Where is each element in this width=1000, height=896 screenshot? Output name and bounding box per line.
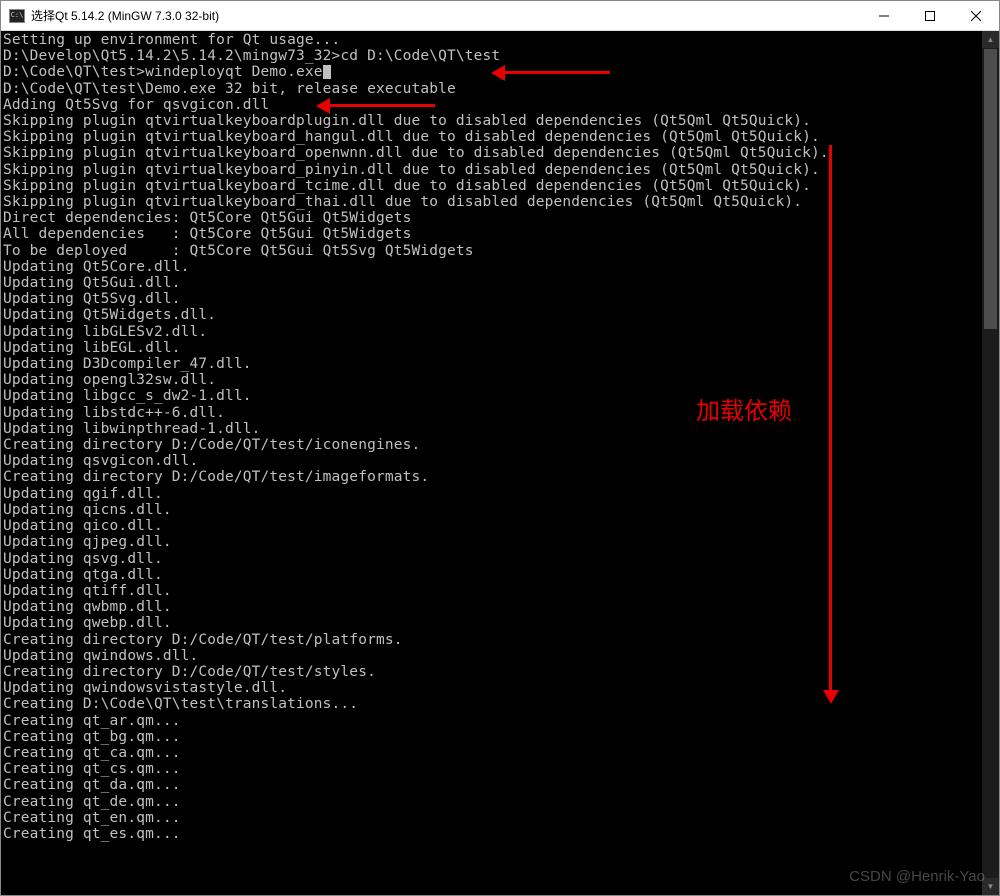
terminal-line: Skipping plugin qtvirtualkeyboard_tcime.… (3, 178, 982, 194)
close-button[interactable] (953, 1, 999, 30)
terminal-line: Updating qgif.dll. (3, 486, 982, 502)
terminal-line: Updating qtga.dll. (3, 567, 982, 583)
terminal-line: Skipping plugin qtvirtualkeyboard_pinyin… (3, 162, 982, 178)
terminal-line: Creating qt_ar.qm... (3, 713, 982, 729)
terminal-line: Updating qjpeg.dll. (3, 534, 982, 550)
terminal-line: Creating qt_ca.qm... (3, 745, 982, 761)
terminal-line: Updating qwebp.dll. (3, 615, 982, 631)
terminal-output[interactable]: Setting up environment for Qt usage...D:… (1, 31, 982, 895)
maximize-button[interactable] (907, 1, 953, 30)
scroll-up-arrow[interactable]: ▲ (982, 31, 999, 48)
terminal-line: Updating libwinpthread-1.dll. (3, 421, 982, 437)
terminal-line: D:\Code\QT\test>windeployqt Demo.exe (3, 64, 982, 80)
terminal-line: Creating directory D:/Code/QT/test/icone… (3, 437, 982, 453)
terminal-line: Skipping plugin qtvirtualkeyboardplugin.… (3, 113, 982, 129)
terminal-line: Updating D3Dcompiler_47.dll. (3, 356, 982, 372)
terminal-line: Creating D:\Code\QT\test\translations... (3, 696, 982, 712)
terminal-line: Updating libEGL.dll. (3, 340, 982, 356)
terminal-line: Updating qwbmp.dll. (3, 599, 982, 615)
terminal-line: Creating qt_bg.qm... (3, 729, 982, 745)
minimize-button[interactable] (861, 1, 907, 30)
terminal-line: Updating Qt5Widgets.dll. (3, 307, 982, 323)
terminal-line: Creating directory D:/Code/QT/test/platf… (3, 632, 982, 648)
window-title: 选择Qt 5.14.2 (MinGW 7.3.0 32-bit) (31, 7, 861, 24)
terminal-line: Updating opengl32sw.dll. (3, 372, 982, 388)
terminal-line: Creating directory D:/Code/QT/test/image… (3, 469, 982, 485)
scroll-thumb[interactable] (984, 49, 997, 329)
terminal-line: Updating qsvgicon.dll. (3, 453, 982, 469)
terminal-line: Creating qt_da.qm... (3, 777, 982, 793)
window-controls (861, 1, 999, 30)
terminal-line: D:\Code\QT\test\Demo.exe 32 bit, release… (3, 81, 982, 97)
titlebar[interactable]: C:\ 选择Qt 5.14.2 (MinGW 7.3.0 32-bit) (1, 1, 999, 31)
terminal-area: Setting up environment for Qt usage...D:… (1, 31, 999, 895)
terminal-line: To be deployed : Qt5Core Qt5Gui Qt5Svg Q… (3, 243, 982, 259)
terminal-line: Adding Qt5Svg for qsvgicon.dll (3, 97, 982, 113)
terminal-line: Updating libGLESv2.dll. (3, 324, 982, 340)
terminal-line: Updating qwindowsvistastyle.dll. (3, 680, 982, 696)
terminal-line: Creating qt_de.qm... (3, 794, 982, 810)
cmd-icon: C:\ (9, 9, 25, 23)
terminal-line: Updating qtiff.dll. (3, 583, 982, 599)
terminal-line: Updating Qt5Gui.dll. (3, 275, 982, 291)
terminal-line: Updating libstdc++-6.dll. (3, 405, 982, 421)
terminal-line: All dependencies : Qt5Core Qt5Gui Qt5Wid… (3, 226, 982, 242)
terminal-cursor (323, 65, 331, 79)
terminal-line: Skipping plugin qtvirtualkeyboard_openwn… (3, 145, 982, 161)
terminal-line: Creating qt_es.qm... (3, 826, 982, 842)
terminal-line: Creating directory D:/Code/QT/test/style… (3, 664, 982, 680)
vertical-scrollbar[interactable]: ▲ ▼ (982, 31, 999, 895)
terminal-line: Creating qt_cs.qm... (3, 761, 982, 777)
terminal-line: Updating qicns.dll. (3, 502, 982, 518)
terminal-line: Skipping plugin qtvirtualkeyboard_hangul… (3, 129, 982, 145)
terminal-line: Setting up environment for Qt usage... (3, 32, 982, 48)
terminal-line: Skipping plugin qtvirtualkeyboard_thai.d… (3, 194, 982, 210)
terminal-line: Updating qsvg.dll. (3, 551, 982, 567)
terminal-line: Updating Qt5Svg.dll. (3, 291, 982, 307)
terminal-line: D:\Develop\Qt5.14.2\5.14.2\mingw73_32>cd… (3, 48, 982, 64)
terminal-line: Updating libgcc_s_dw2-1.dll. (3, 388, 982, 404)
annotation-label: 加载依赖 (696, 391, 792, 426)
terminal-line: Updating qwindows.dll. (3, 648, 982, 664)
terminal-line: Updating Qt5Core.dll. (3, 259, 982, 275)
terminal-line: Creating qt_en.qm... (3, 810, 982, 826)
terminal-line: Updating qico.dll. (3, 518, 982, 534)
app-window: C:\ 选择Qt 5.14.2 (MinGW 7.3.0 32-bit) Set… (0, 0, 1000, 896)
watermark-text: CSDN @Henrik-Yao (849, 868, 985, 885)
terminal-line: Direct dependencies: Qt5Core Qt5Gui Qt5W… (3, 210, 982, 226)
